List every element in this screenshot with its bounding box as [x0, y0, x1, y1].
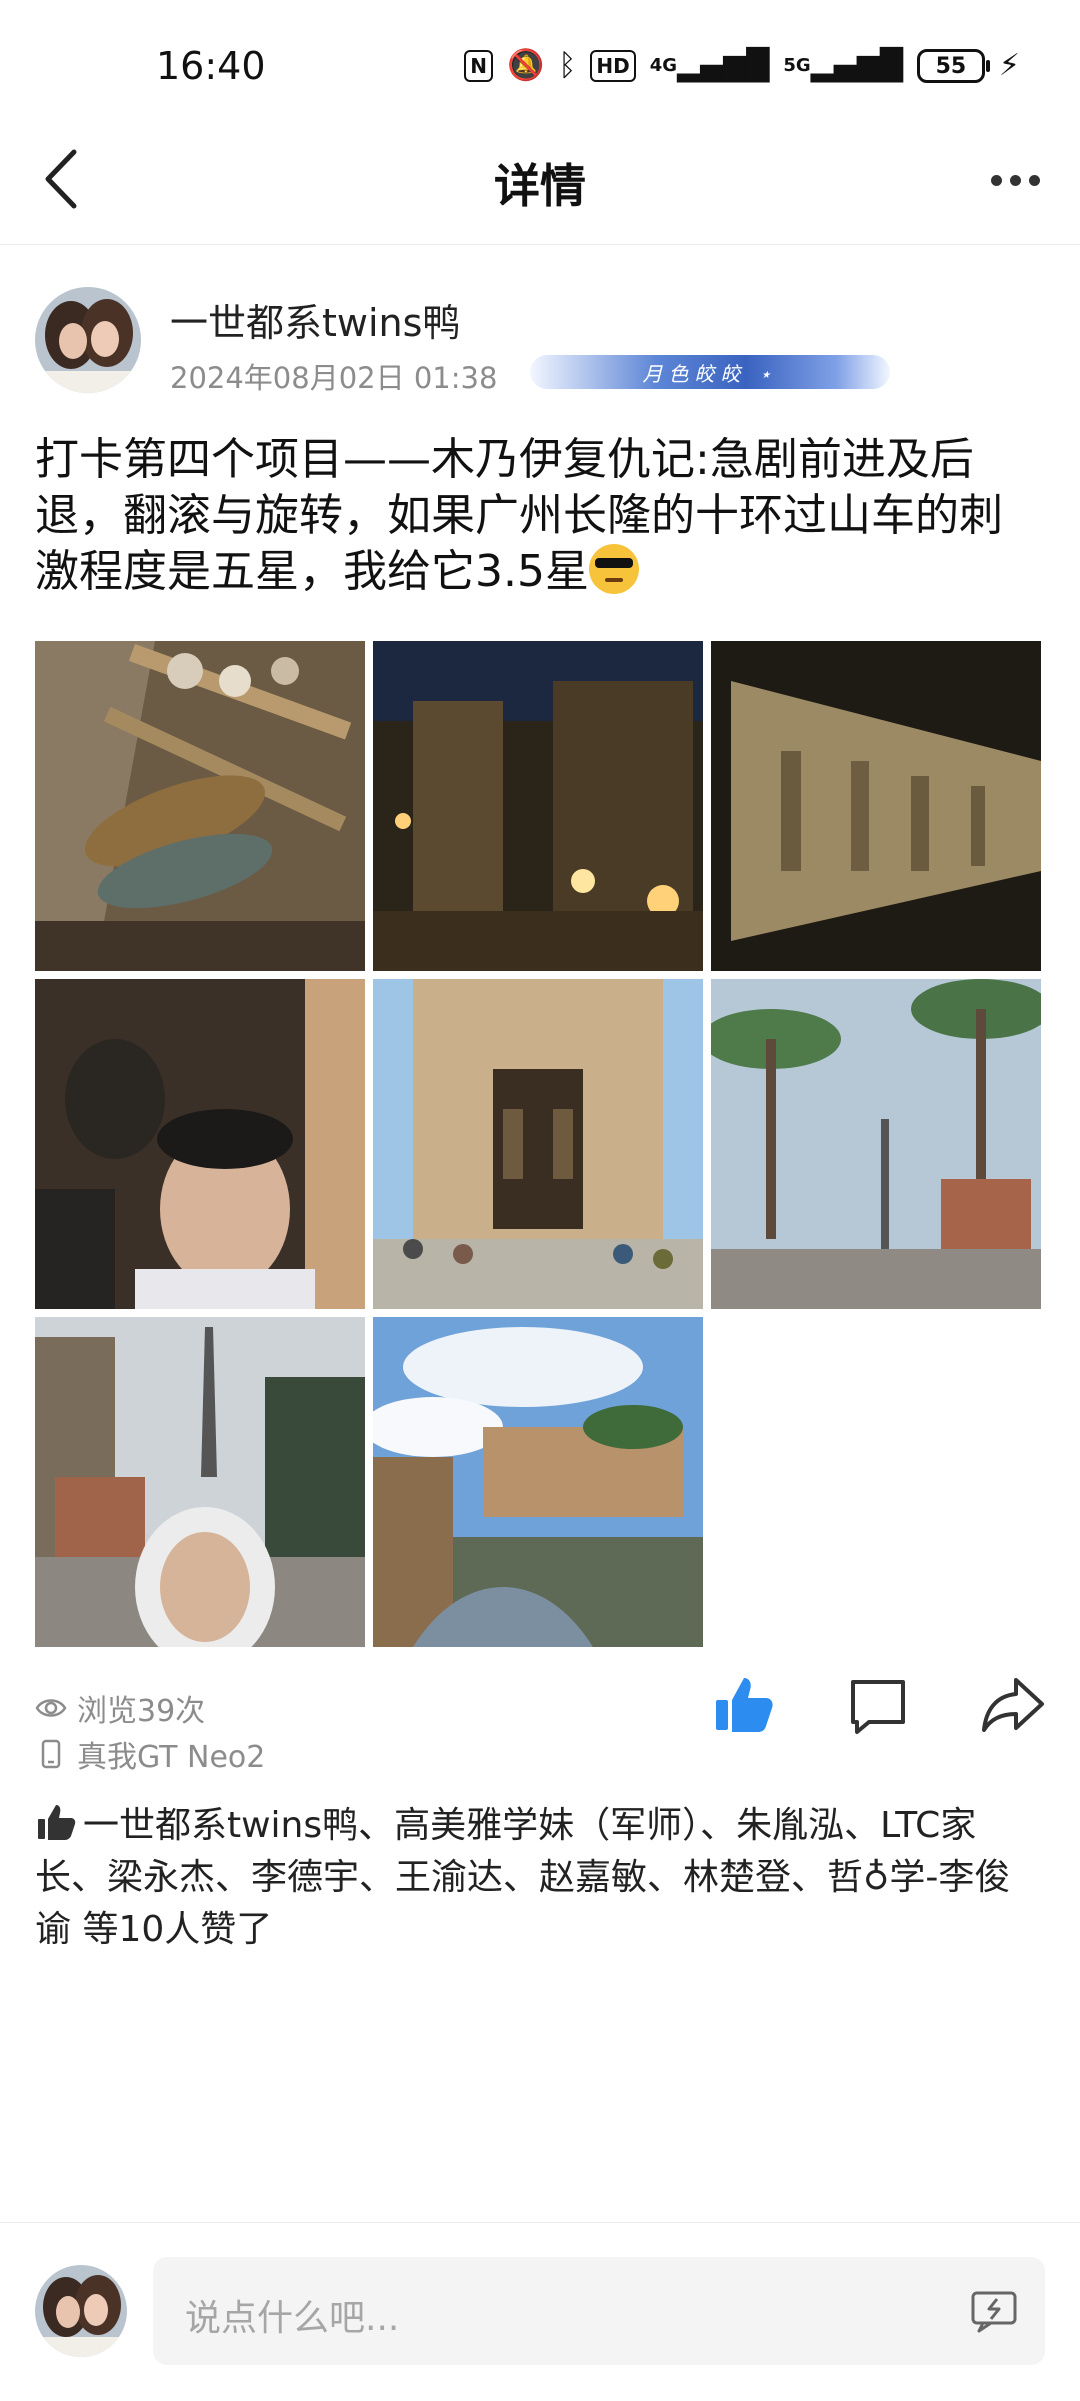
signal-4g-icon: 4G▂▄▆█: [649, 48, 770, 83]
comment-placeholder: 说点什么吧...: [185, 2298, 400, 2339]
mute-icon: 🔕: [507, 48, 545, 83]
post-photo[interactable]: [35, 979, 365, 1309]
emoji-sticker-icon[interactable]: [969, 2287, 1019, 2335]
device-text: 真我GT Neo2: [77, 1740, 266, 1775]
charging-icon: ⚡: [998, 48, 1020, 83]
page-title: 详情: [494, 159, 586, 213]
status-time: 16:40: [156, 44, 266, 88]
post-content: 打卡第四个项目——木乃伊复仇记:急剧前进及后退，翻滚与旋转，如果广州长隆的十环过…: [35, 432, 1045, 600]
likes-text: 一世都系twins鸭、高美雅学妹（军师）、朱胤泓、LTC家长、梁永杰、李德宇、王…: [35, 1805, 1011, 1950]
eye-icon: [35, 1699, 67, 1717]
more-dot-icon: [1009, 174, 1021, 186]
signal-4g-label: 4G: [649, 55, 678, 76]
view-count-text: 浏览39次: [77, 1694, 206, 1729]
post-photo[interactable]: [35, 1317, 365, 1647]
nav-bar: 详情: [0, 120, 1080, 245]
like-button[interactable]: [708, 1670, 778, 1740]
hd-icon: HD: [590, 50, 636, 82]
battery-icon: 55: [916, 49, 990, 83]
signal-5g-icon: 5G▂▄▆█: [783, 48, 903, 83]
sunglasses-emoji-icon: [588, 544, 639, 594]
post-photo[interactable]: [711, 641, 1041, 971]
status-bar: 16:40 N 🔕 ᛒ HD 4G▂▄▆█ 5G▂▄▆█ 55 ⚡: [0, 0, 1080, 120]
view-count: 浏览39次: [35, 1686, 205, 1730]
device-info: 真我GT Neo2: [35, 1732, 265, 1776]
bluetooth-icon: ᛒ: [558, 48, 577, 83]
author-avatar[interactable]: [35, 287, 141, 393]
thumbs-up-icon: [716, 1678, 773, 1732]
status-icons: N 🔕 ᛒ HD 4G▂▄▆█ 5G▂▄▆█ 55 ⚡: [464, 48, 1020, 84]
post-photo[interactable]: [373, 1317, 703, 1647]
post-text: 打卡第四个项目——木乃伊复仇记:急剧前进及后退，翻滚与旋转，如果广州长隆的十环过…: [35, 434, 1003, 597]
comment-button[interactable]: [843, 1670, 913, 1740]
more-dot-icon: [990, 174, 1002, 186]
comment-input[interactable]: 说点什么吧...: [153, 2257, 1045, 2365]
post-photo[interactable]: [373, 641, 703, 971]
comment-icon: [851, 1680, 905, 1734]
phone-icon: [41, 1739, 61, 1769]
more-dot-icon: [1028, 174, 1040, 186]
post-timestamp: 2024年08月02日 01:38: [170, 361, 498, 395]
user-badge-banner: 月色皎皎 ⋆: [530, 355, 890, 389]
nfc-icon: N: [464, 50, 493, 82]
author-name[interactable]: 一世都系twins鸭: [170, 292, 460, 347]
comment-bar: 说点什么吧...: [0, 2222, 1080, 2401]
signal-5g-label: 5G: [783, 55, 811, 76]
thumbs-up-icon: [38, 1805, 76, 1840]
share-button[interactable]: [978, 1670, 1048, 1740]
post-photo[interactable]: [35, 641, 365, 971]
likes-list: 一世都系twins鸭、高美雅学妹（军师）、朱胤泓、LTC家长、梁永杰、李德宇、王…: [35, 1800, 1045, 1956]
post-photo[interactable]: [711, 979, 1041, 1309]
post-photo[interactable]: [373, 979, 703, 1309]
share-icon: [982, 1678, 1044, 1732]
more-options-button[interactable]: [980, 150, 1050, 210]
my-avatar: [35, 2265, 127, 2357]
